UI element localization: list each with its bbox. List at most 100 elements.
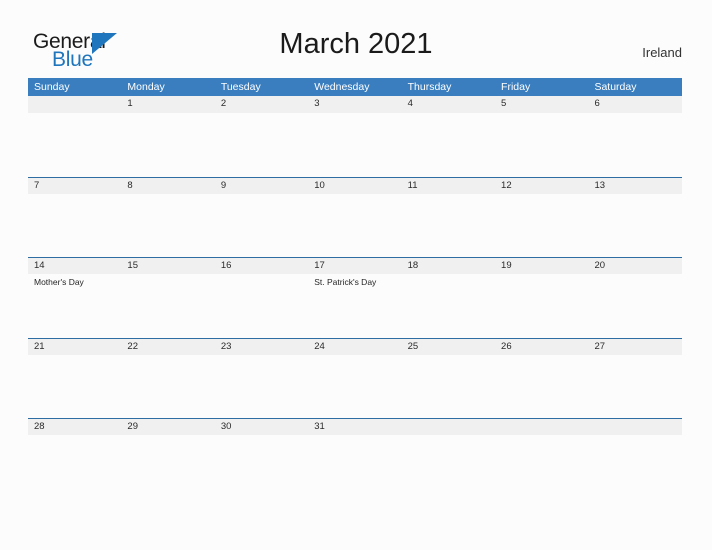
weekday-header-row: Sunday Monday Tuesday Wednesday Thursday… (28, 78, 682, 96)
day-number[interactable]: 30 (215, 419, 308, 435)
day-number[interactable]: 7 (28, 178, 121, 194)
country-label: Ireland (642, 45, 682, 60)
day-number[interactable]: 13 (588, 178, 681, 194)
event-label: Mother's Day (34, 277, 84, 287)
calendar-grid: Sunday Monday Tuesday Wednesday Thursday… (28, 78, 682, 499)
day-number[interactable]: 31 (308, 419, 401, 435)
day-number[interactable]: 20 (588, 258, 681, 274)
day-number[interactable]: 11 (402, 178, 495, 194)
day-number[interactable]: 10 (308, 178, 401, 194)
day-cell[interactable] (121, 355, 214, 418)
day-cell[interactable] (215, 274, 308, 337)
day-cell[interactable] (402, 355, 495, 418)
day-cell[interactable] (588, 435, 681, 498)
day-cell[interactable] (28, 113, 121, 176)
page-header: General Blue March 2021 Ireland (0, 0, 712, 78)
day-cell[interactable]: St. Patrick's Day (308, 274, 401, 337)
day-number[interactable]: 15 (121, 258, 214, 274)
day-number[interactable] (588, 419, 681, 435)
day-number[interactable]: 29 (121, 419, 214, 435)
day-cell[interactable] (495, 274, 588, 337)
day-number[interactable]: 14 (28, 258, 121, 274)
day-cell[interactable] (121, 194, 214, 257)
week-day-numbers: 14 15 16 17 18 19 20 (28, 257, 682, 274)
day-number[interactable]: 19 (495, 258, 588, 274)
calendar-week-row: 1 2 3 4 5 6 (28, 96, 682, 177)
day-cell[interactable] (495, 355, 588, 418)
weekday-header-wednesday: Wednesday (314, 81, 370, 93)
day-cell[interactable] (308, 194, 401, 257)
day-cell[interactable] (28, 194, 121, 257)
day-number[interactable]: 16 (215, 258, 308, 274)
day-cell[interactable] (215, 435, 308, 498)
day-number[interactable]: 4 (402, 96, 495, 112)
day-number[interactable] (495, 419, 588, 435)
day-cell[interactable] (121, 435, 214, 498)
week-event-row (28, 113, 682, 176)
day-cell[interactable] (28, 435, 121, 498)
day-number[interactable]: 5 (495, 96, 588, 112)
day-number[interactable]: 18 (402, 258, 495, 274)
day-cell[interactable] (588, 113, 681, 176)
day-cell[interactable] (402, 274, 495, 337)
day-cell[interactable] (588, 355, 681, 418)
day-cell[interactable] (495, 435, 588, 498)
day-cell[interactable] (308, 113, 401, 176)
week-event-row (28, 194, 682, 257)
day-cell[interactable] (402, 435, 495, 498)
week-event-row: Mother's Day St. Patrick's Day (28, 274, 682, 337)
day-cell[interactable] (402, 194, 495, 257)
day-cell[interactable] (215, 355, 308, 418)
week-event-row (28, 355, 682, 418)
day-cell[interactable] (588, 274, 681, 337)
day-number[interactable]: 6 (588, 96, 681, 112)
day-number[interactable]: 21 (28, 339, 121, 355)
day-number[interactable]: 28 (28, 419, 121, 435)
day-number[interactable]: 23 (215, 339, 308, 355)
day-cell[interactable] (308, 435, 401, 498)
weekday-header-tuesday: Tuesday (220, 81, 261, 93)
calendar-week-row: 7 8 9 10 11 12 13 (28, 176, 682, 258)
day-number[interactable]: 22 (121, 339, 214, 355)
day-number[interactable]: 17 (308, 258, 401, 274)
day-number[interactable]: 26 (495, 339, 588, 355)
day-cell[interactable] (215, 194, 308, 257)
weekday-header-thursday: Thursday (407, 81, 452, 93)
weekday-header-monday: Monday (127, 81, 165, 93)
calendar-week-row: 21 22 23 24 25 26 27 (28, 337, 682, 419)
day-cell[interactable] (308, 355, 401, 418)
day-number[interactable]: 25 (402, 339, 495, 355)
day-number[interactable] (28, 96, 121, 112)
day-number[interactable]: 2 (215, 96, 308, 112)
day-cell[interactable] (215, 113, 308, 176)
day-number[interactable]: 9 (215, 178, 308, 194)
day-number[interactable]: 27 (588, 339, 681, 355)
week-day-numbers: 1 2 3 4 5 6 (28, 96, 682, 113)
day-number[interactable]: 8 (121, 178, 214, 194)
day-number[interactable]: 1 (121, 96, 214, 112)
day-cell[interactable]: Mother's Day (28, 274, 121, 337)
day-cell[interactable] (121, 274, 214, 337)
calendar-page: General Blue March 2021 Ireland Sunday M… (0, 0, 712, 550)
day-number[interactable] (402, 419, 495, 435)
day-cell[interactable] (121, 113, 214, 176)
day-number[interactable]: 3 (308, 96, 401, 112)
week-event-row (28, 435, 682, 498)
day-cell[interactable] (588, 194, 681, 257)
day-number[interactable]: 12 (495, 178, 588, 194)
weekday-header-saturday: Saturday (594, 81, 637, 93)
weekday-header-sunday: Sunday (34, 81, 70, 93)
week-day-numbers: 7 8 9 10 11 12 13 (28, 176, 682, 194)
page-title: March 2021 (279, 28, 433, 60)
week-day-numbers: 21 22 23 24 25 26 27 (28, 337, 682, 355)
day-number[interactable]: 24 (308, 339, 401, 355)
calendar-week-row: 28 29 30 31 (28, 418, 682, 499)
day-cell[interactable] (402, 113, 495, 176)
week-day-numbers: 28 29 30 31 (28, 418, 682, 435)
event-label: St. Patrick's Day (314, 277, 377, 287)
weekday-header-friday: Friday (501, 81, 531, 93)
calendar-week-row: 14 15 16 17 18 19 20 Mother's Day St. Pa… (28, 257, 682, 338)
day-cell[interactable] (495, 113, 588, 176)
day-cell[interactable] (28, 355, 121, 418)
day-cell[interactable] (495, 194, 588, 257)
